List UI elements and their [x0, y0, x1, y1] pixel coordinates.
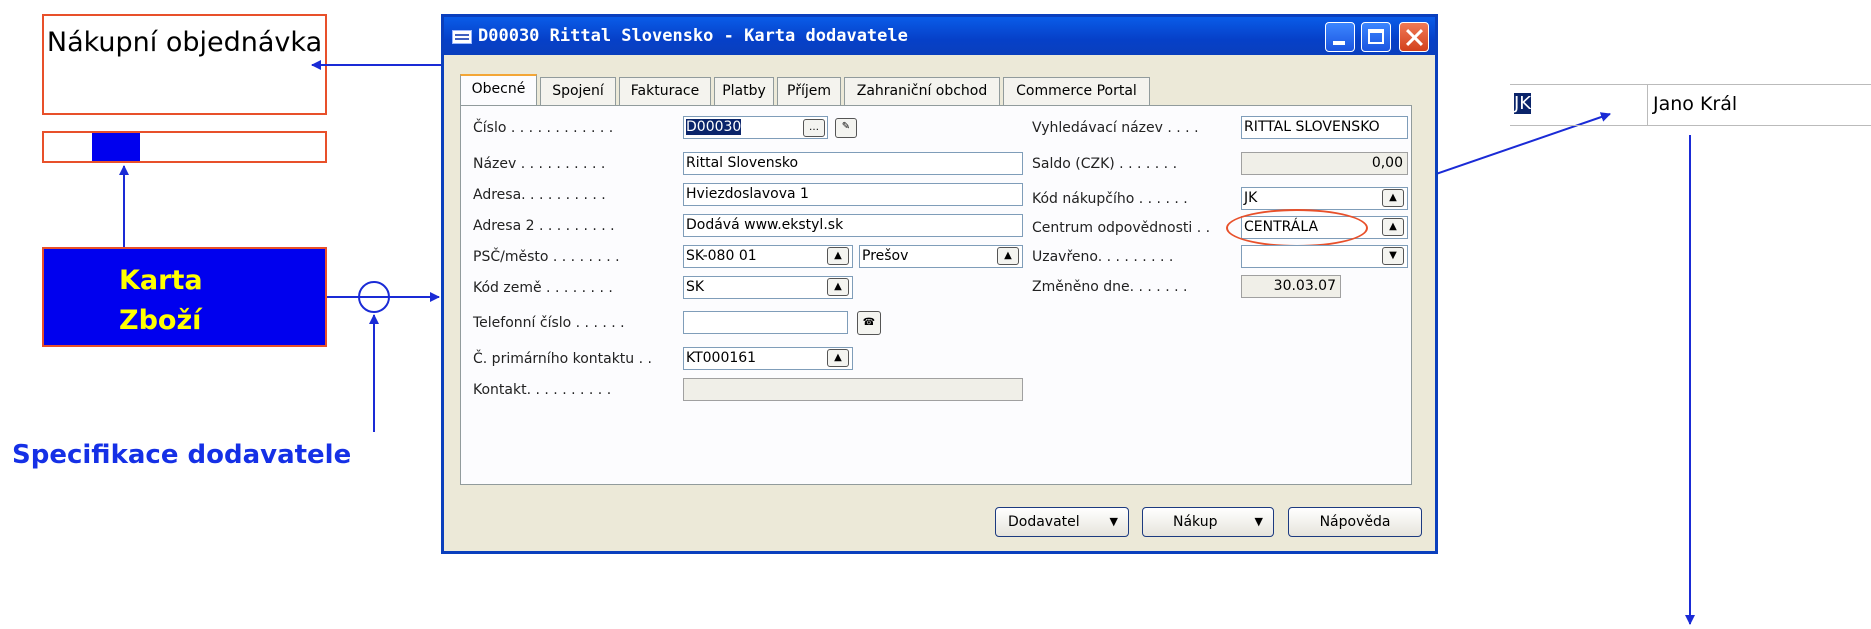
uzavreno-dropdown-icon[interactable]: ▼	[1382, 247, 1404, 265]
vyhledavaci-field[interactable]: RITTAL SLOVENSKO	[1241, 116, 1408, 139]
kontakt-field[interactable]	[683, 378, 1023, 401]
uzavreno-label: Uzavřeno. . . . . . . . .	[1032, 249, 1174, 265]
kod-zeme-label: Kód země . . . . . . . .	[473, 280, 613, 296]
city-lookup-icon[interactable]: ▲	[997, 247, 1019, 265]
saldo-label: Saldo (CZK) . . . . . . .	[1032, 156, 1178, 172]
telefon-field[interactable]	[683, 311, 848, 334]
vyhledavaci-label: Vyhledávací název . . . .	[1032, 120, 1199, 136]
tab-prijem[interactable]: Příjem	[777, 77, 841, 105]
napoveda-button[interactable]: Nápověda	[1288, 507, 1422, 537]
cislo-label: Číslo . . . . . . . . . . . .	[473, 120, 614, 136]
zmeneno-field[interactable]: 30.03.07	[1241, 275, 1341, 298]
vendor-card-window: D00030 Rittal Slovensko - Karta dodavate…	[441, 14, 1438, 554]
nakup-menu-button[interactable]: Nákup ▼	[1142, 507, 1274, 537]
purchaser-table-row[interactable]: JK Jano Král	[1510, 84, 1871, 126]
adresa-label: Adresa. . . . . . . . . .	[473, 187, 606, 203]
window-icon	[452, 30, 472, 44]
phone-dial-icon[interactable]: ☎	[857, 311, 881, 335]
purchaser-name: Jano Král	[1653, 93, 1738, 115]
adresa2-field[interactable]: Dodává www.ekstyl.sk	[683, 214, 1023, 237]
highlight-ellipse	[1226, 209, 1368, 247]
nazev-field[interactable]: Rittal Slovensko	[683, 152, 1023, 175]
kontakt-label: Kontakt. . . . . . . . . .	[473, 382, 612, 398]
nakup-button-label: Nákup	[1173, 514, 1218, 530]
nakup-chevron-down-icon: ▼	[1254, 515, 1263, 528]
assist-edit-icon[interactable]: …	[803, 119, 825, 137]
nakupci-lookup-icon[interactable]: ▲	[1382, 189, 1404, 207]
tab-fakturace[interactable]: Fakturace	[619, 77, 711, 105]
tab-commerce-portal[interactable]: Commerce Portal	[1003, 77, 1150, 105]
saldo-field[interactable]: 0,00	[1241, 152, 1408, 175]
dodavatel-button-label: Dodavatel	[1008, 514, 1080, 530]
zmeneno-label: Změněno dne. . . . . . .	[1032, 279, 1188, 295]
adresa2-label: Adresa 2 . . . . . . . . .	[473, 218, 615, 234]
primarni-kontakt-lookup-icon[interactable]: ▲	[827, 349, 849, 367]
close-button[interactable]	[1399, 22, 1429, 52]
tab-zahranicni-obchod[interactable]: Zahraniční obchod	[844, 77, 1000, 105]
column-divider	[1647, 85, 1648, 125]
telefon-label: Telefonní číslo . . . . . .	[473, 315, 625, 331]
dodavatel-chevron-down-icon: ▼	[1109, 515, 1118, 528]
tab-obecne[interactable]: Obecné	[460, 74, 537, 106]
edit-pencil-icon[interactable]: ✎	[835, 118, 857, 138]
purchaser-code: JK	[1514, 93, 1532, 114]
psc-label: PSČ/město . . . . . . . .	[473, 249, 620, 265]
title-bar[interactable]: D00030 Rittal Slovensko - Karta dodavate…	[444, 17, 1435, 55]
tab-platby[interactable]: Platby	[714, 77, 774, 105]
kod-zeme-lookup-icon[interactable]: ▲	[827, 278, 849, 296]
window-title: D00030 Rittal Slovensko - Karta dodavate…	[478, 26, 908, 46]
primarni-kontakt-label: Č. primárního kontaktu . .	[473, 351, 652, 367]
cislo-value: D00030	[686, 119, 742, 135]
nakupci-label: Kód nákupčího . . . . . .	[1032, 191, 1188, 207]
nazev-label: Název . . . . . . . . . .	[473, 156, 606, 172]
centrum-label: Centrum odpovědnosti . .	[1032, 220, 1211, 236]
adresa-field[interactable]: Hviezdoslavova 1	[683, 183, 1023, 206]
minimize-button[interactable]	[1325, 22, 1355, 52]
tab-spojeni[interactable]: Spojení	[540, 77, 616, 105]
centrum-lookup-icon[interactable]: ▲	[1382, 218, 1404, 236]
dodavatel-menu-button[interactable]: Dodavatel ▼	[995, 507, 1129, 537]
psc-lookup-icon[interactable]: ▲	[827, 247, 849, 265]
maximize-button[interactable]	[1361, 22, 1391, 52]
general-panel: Číslo . . . . . . . . . . . . D00030 … ✎…	[460, 105, 1412, 485]
